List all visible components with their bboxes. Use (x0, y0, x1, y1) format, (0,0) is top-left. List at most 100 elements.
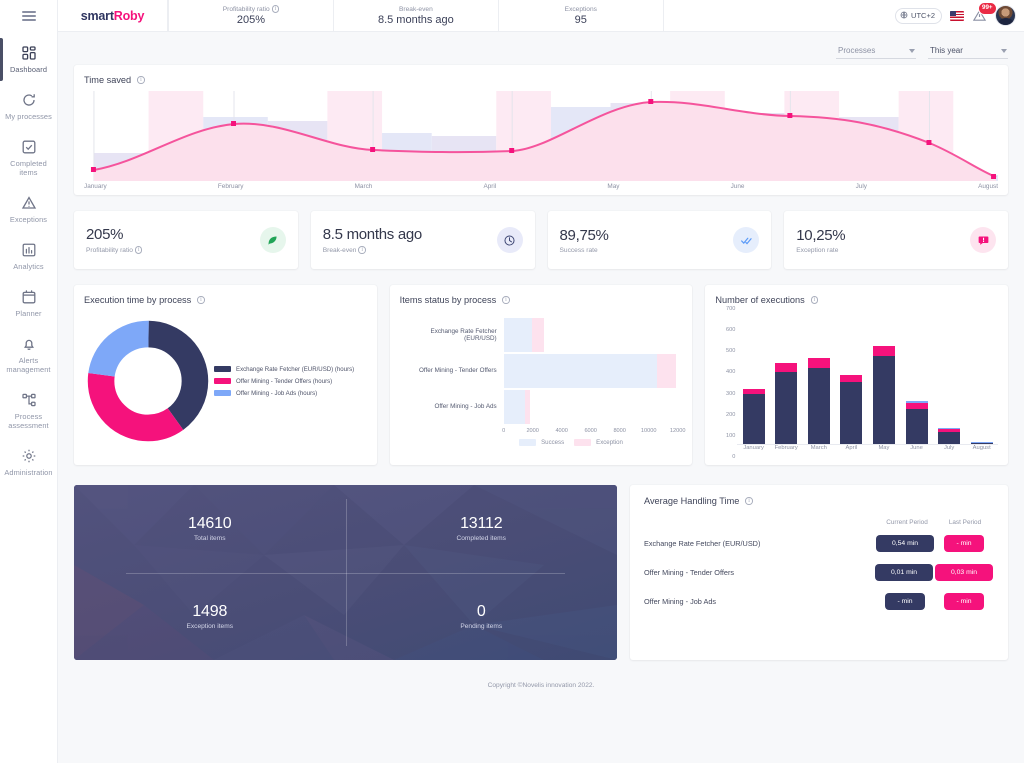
stat-exception-items: 1498 Exception items (74, 573, 346, 661)
kpi-card-exception-rate: 10,25% Exception rate (784, 211, 1008, 269)
sidebar-item-process-assessment[interactable]: Process assessment (0, 383, 57, 439)
legend-label: Offer Mining - Job Ads (hours) (236, 389, 318, 397)
x-tick: March (810, 445, 827, 451)
stat-value: 1498 (192, 602, 228, 620)
alert-chat-icon (970, 227, 996, 253)
info-icon[interactable]: i (745, 497, 753, 505)
kpi-card-success-rate: 89,75% Success rate (547, 211, 772, 269)
number-of-executions-title: Number of executions (715, 295, 805, 305)
process-filter-select[interactable]: Processes (836, 44, 916, 59)
info-icon[interactable]: i (137, 76, 145, 84)
sidebar-item-label: Alerts management (6, 356, 51, 374)
x-tick: 4000 (555, 427, 568, 434)
kpi-text: 205% Profitability ratio i (86, 226, 143, 254)
vbar-column[interactable] (872, 346, 895, 444)
sidebar-item-my-processes[interactable]: My processes (0, 83, 57, 130)
sidebar-item-administration[interactable]: Administration (0, 439, 57, 486)
hbar-fill[interactable] (503, 389, 530, 424)
aht-head-spacer (644, 519, 878, 526)
aht-current-value[interactable]: 0,01 min (875, 564, 933, 581)
stat-value: 14610 (188, 515, 232, 533)
vbar-column[interactable] (938, 428, 961, 444)
vbar-column[interactable] (742, 389, 765, 444)
legend-label: Exchange Rate Fetcher (EUR/USD) (hours) (236, 365, 355, 373)
info-icon[interactable]: i (197, 296, 205, 304)
vbar-column[interactable] (807, 358, 830, 444)
aht-current-value[interactable]: 0,54 min (876, 535, 934, 552)
hbar-fill[interactable] (503, 317, 544, 352)
kpi-text: 89,75% Success rate (560, 227, 609, 254)
legend-item[interactable]: Success (519, 438, 564, 446)
items-summary-panel: 14610 Total items 13112 Completed items … (74, 485, 617, 660)
info-icon[interactable]: i (810, 296, 819, 304)
aht-last-value[interactable]: - min (944, 593, 984, 610)
stat-label: Completed items (456, 535, 506, 543)
info-icon[interactable]: i (358, 246, 366, 254)
stat-label: Pending items (460, 622, 503, 630)
bell-icon (21, 336, 37, 352)
time-saved-plot (84, 91, 998, 181)
period-filter-select[interactable]: This year (928, 44, 1008, 59)
sidebar-item-completed-items[interactable]: Completed items (0, 130, 57, 186)
x-tick: June (730, 183, 745, 190)
topbar-kpi-value: 8.5 months ago (377, 13, 454, 26)
sitemap-icon (21, 392, 37, 408)
sidebar-item-label: Completed items (10, 159, 47, 177)
aht-col-last-label: Last Period (948, 519, 982, 526)
legend-item[interactable]: Offer Mining - Tender Offers (hours) (214, 378, 354, 385)
hbar-segment-exception (656, 353, 676, 388)
app-logo[interactable]: smart Roby (58, 0, 168, 31)
items-status-chart: Exchange Rate Fetcher (EUR/USD) Offer Mi… (400, 305, 685, 457)
vbar-segment-exception (872, 346, 895, 356)
info-icon[interactable]: i (502, 296, 510, 304)
sidebar-item-exceptions[interactable]: Exceptions (0, 186, 57, 233)
legend-item[interactable]: Exception (574, 438, 623, 446)
hbar-legend: Success Exception (460, 435, 683, 446)
card-title: Average Handling Time i (644, 496, 994, 506)
sidebar-item-planner[interactable]: Planner (0, 280, 57, 327)
donut-chart[interactable] (86, 319, 210, 443)
vbar-column[interactable] (970, 442, 993, 444)
topbar-kpi-label-text: Profitability ratio (222, 5, 270, 13)
charts-row: Execution time by process i Exchange Rat… (58, 269, 1024, 465)
sidebar-item-label: My processes (5, 112, 52, 121)
vbar-segment-success (905, 409, 928, 444)
avatar[interactable] (995, 5, 1016, 26)
vbar-segment-success (872, 356, 895, 444)
info-icon[interactable]: i (134, 246, 143, 254)
donut-legend: Exchange Rate Fetcher (EUR/USD) (hours) … (214, 366, 354, 397)
vbar-x-axis: January February March April May June Ju… (737, 445, 998, 457)
sidebar-item-alerts-management[interactable]: Alerts management (0, 327, 57, 383)
sidebar-item-dashboard[interactable]: Dashboard (0, 36, 57, 83)
kpi-label: Success rate (559, 246, 598, 254)
vbar-column[interactable] (775, 363, 798, 444)
us-flag-icon[interactable] (950, 10, 964, 21)
hbar-track (503, 317, 683, 352)
aht-last-value[interactable]: 0,03 min (935, 564, 993, 581)
process-filter-value: Processes (838, 46, 876, 55)
timezone-chip[interactable]: UTC+2 (895, 7, 942, 24)
y-tick: 400 (726, 369, 736, 376)
vbar-columns (737, 309, 999, 445)
footer-copyright: Copyright ©Novelis innovation 2022. (487, 682, 595, 689)
sidebar-item-analytics[interactable]: Analytics (0, 233, 57, 280)
card-title: Number of executions i (715, 295, 998, 305)
x-tick: May (607, 183, 620, 190)
vbar-column[interactable] (905, 401, 928, 444)
aht-last-value[interactable]: - min (944, 535, 984, 552)
info-icon[interactable]: i (271, 5, 280, 13)
y-tick: 500 (726, 348, 736, 355)
legend-item[interactable]: Exchange Rate Fetcher (EUR/USD) (hours) (214, 366, 354, 373)
y-tick: 600 (726, 327, 736, 334)
hbar-track (503, 389, 683, 424)
hbar-label: Offer Mining - Job Ads (434, 403, 497, 410)
main-column: smart Roby Profitability ratio i 205% Bre… (58, 0, 1024, 763)
legend-item[interactable]: Offer Mining - Job Ads (hours) (214, 390, 354, 397)
gear-icon (21, 448, 37, 464)
hbar-fill[interactable] (503, 353, 676, 388)
aht-current-value[interactable]: - min (885, 593, 925, 610)
hamburger-icon[interactable] (21, 11, 36, 21)
dashboard-content: Processes This year Time saved i January… (58, 32, 1024, 763)
vbar-column[interactable] (840, 375, 863, 444)
alerts-button[interactable]: 99+ (972, 2, 997, 23)
